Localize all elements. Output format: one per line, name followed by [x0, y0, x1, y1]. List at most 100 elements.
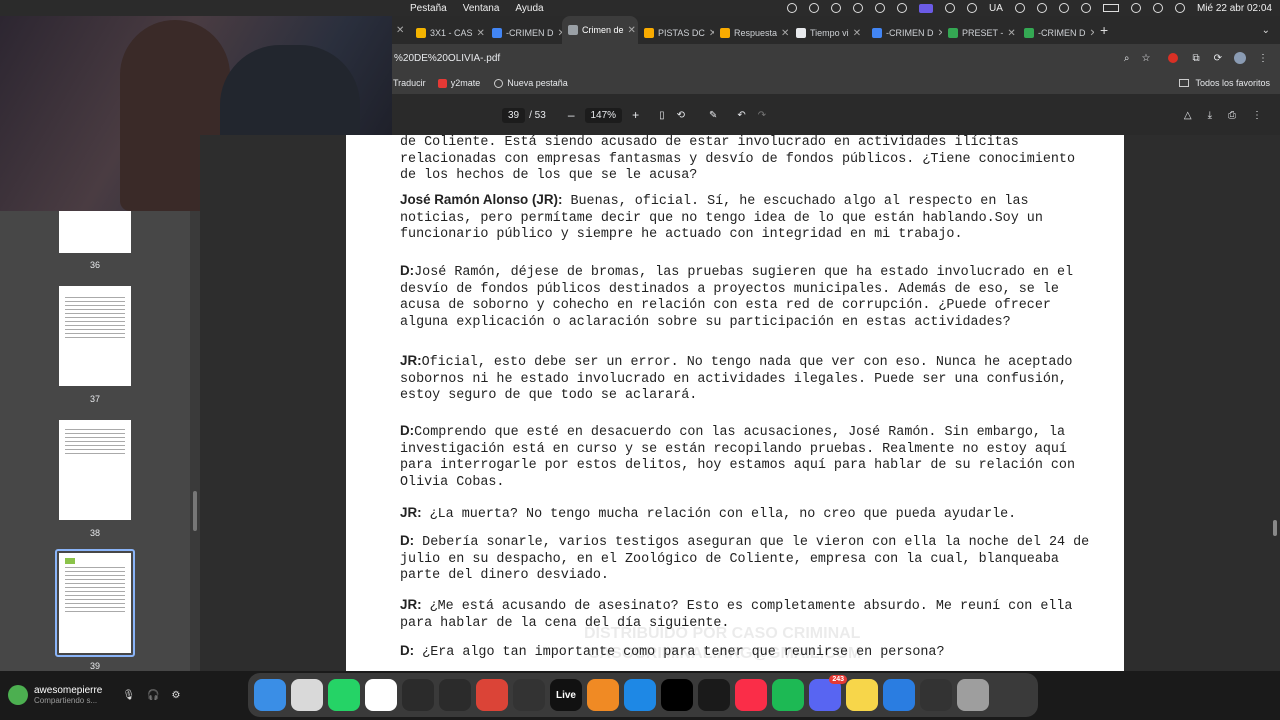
page-thumbnail-38[interactable] — [59, 420, 131, 520]
status-icon[interactable] — [787, 3, 798, 13]
control-center-icon[interactable] — [1174, 3, 1185, 13]
user-avatar[interactable] — [8, 685, 28, 705]
search-icon[interactable] — [1152, 3, 1163, 13]
status-icon[interactable] — [897, 3, 908, 13]
settings-gear-icon[interactable]: ⚙ — [172, 690, 181, 701]
browser-tab[interactable]: 3X1 - CAS ✕ — [410, 22, 486, 44]
page-thumbnail-39[interactable] — [59, 553, 131, 653]
page-number-input[interactable]: 39 — [502, 107, 526, 123]
chrome-icon[interactable] — [476, 679, 508, 711]
pdf-viewer: DISTRIBUIDO POR CASO CRIMINAL CASOCRIMIN… — [200, 135, 1280, 671]
microphone-icon[interactable]: 🎙 — [122, 690, 135, 701]
screen-share-icon[interactable] — [919, 3, 934, 13]
play-icon[interactable] — [1036, 3, 1047, 13]
zoom-icon[interactable]: ⌕ — [1124, 53, 1130, 64]
capcut-icon[interactable] — [365, 679, 397, 711]
all-favorites[interactable]: Todos los favoritos — [1195, 78, 1270, 88]
close-icon[interactable]: ✕ — [392, 25, 410, 36]
flstudio-icon[interactable] — [587, 679, 619, 711]
tab-search-icon[interactable]: ⌄ — [1262, 25, 1270, 36]
discord-icon[interactable]: 243 — [809, 675, 847, 711]
tab-close-icon[interactable]: ✕ — [1090, 28, 1095, 39]
print-icon[interactable]: ⎙ — [1228, 110, 1236, 121]
status-icon[interactable] — [831, 3, 842, 13]
obs-icon[interactable] — [513, 679, 545, 711]
status-icon[interactable] — [967, 3, 978, 13]
page-scrollbar[interactable] — [1273, 520, 1277, 536]
wifi-icon[interactable] — [1130, 3, 1141, 13]
siri-icon[interactable] — [1014, 3, 1025, 13]
extensions-puzzle-icon[interactable]: ⧉ — [1192, 53, 1199, 64]
browser-tab[interactable]: -CRIMEN D ✕ — [486, 22, 562, 44]
download-icon[interactable]: ⤓ — [1208, 110, 1212, 121]
status-icon[interactable] — [809, 3, 820, 13]
headphones-icon[interactable]: 🎧 — [147, 690, 159, 701]
finder-icon[interactable] — [254, 679, 286, 711]
redo-icon[interactable]: ↷ — [758, 110, 766, 121]
mixer-icon[interactable] — [439, 679, 471, 711]
bookmark-traducir[interactable]: Traducir — [393, 78, 426, 88]
menu-pestana[interactable]: Pestaña — [410, 3, 447, 14]
bookmark-nueva-pestana[interactable]: Nueva pestaña — [507, 78, 568, 88]
zoom-out-button[interactable]: – — [568, 108, 575, 122]
new-tab-button[interactable]: + — [1100, 22, 1108, 38]
tab-close-icon[interactable]: ✕ — [477, 28, 485, 39]
bookmark-y2mate[interactable]: y2mate — [451, 78, 481, 88]
waveform-icon[interactable] — [698, 679, 730, 711]
stocks-icon[interactable] — [883, 679, 915, 711]
menu-ayuda[interactable]: Ayuda — [515, 3, 543, 14]
tidal-icon[interactable] — [661, 679, 693, 711]
bookmark-star-icon[interactable]: ☆ — [1142, 53, 1151, 64]
page-thumbnail-36[interactable] — [59, 211, 131, 253]
status-icon[interactable] — [875, 3, 886, 13]
trash-icon[interactable] — [957, 679, 989, 711]
ableton-icon[interactable]: Live — [550, 679, 582, 711]
status-icon[interactable] — [945, 3, 956, 13]
menu-ventana[interactable]: Ventana — [463, 3, 500, 14]
browser-tab[interactable]: Tiempo vi ✕ — [790, 22, 866, 44]
transcript-paragraph: JR: ¿Me está acusando de asesinato? Esto… — [400, 597, 1090, 632]
page-thumbnail-37[interactable] — [59, 286, 131, 386]
zoom-level[interactable]: 147% — [584, 107, 623, 123]
spotify-icon[interactable] — [772, 679, 804, 711]
drive-icon[interactable]: △ — [1184, 110, 1192, 121]
url-field[interactable]: %20DE%20OLIVIA-.pdf — [392, 53, 500, 64]
music-icon[interactable] — [735, 679, 767, 711]
launchpad-icon[interactable] — [291, 679, 323, 711]
tab-close-icon[interactable]: ✕ — [1007, 28, 1015, 39]
annotate-icon[interactable]: ✎ — [709, 110, 717, 121]
browser-tab[interactable]: -CRIMEN D ✕ — [1018, 22, 1094, 44]
extension-icon[interactable] — [1168, 53, 1179, 63]
terminal-icon[interactable] — [920, 679, 952, 711]
sidebar-scrollbar[interactable] — [193, 491, 197, 531]
browser-tab[interactable]: -CRIMEN D ✕ — [866, 22, 942, 44]
fit-page-icon[interactable]: ▯ — [659, 110, 665, 121]
browser-tab[interactable]: Respuesta ✕ — [714, 22, 790, 44]
undo-icon[interactable]: ↶ — [737, 110, 745, 121]
tab-close-icon[interactable]: ✕ — [628, 25, 636, 36]
battery-icon[interactable] — [1102, 4, 1119, 12]
safari-icon[interactable] — [624, 679, 656, 711]
notification-badge: 243 — [829, 675, 847, 684]
tab-close-icon[interactable]: ✕ — [781, 28, 789, 39]
rotate-icon[interactable]: ⟲ — [677, 110, 685, 121]
display-icon[interactable] — [1058, 3, 1069, 13]
zoom-in-button[interactable]: + — [632, 108, 639, 122]
whatsapp-icon[interactable] — [328, 679, 360, 711]
volume-icon[interactable] — [1080, 3, 1091, 13]
profile-avatar[interactable] — [1234, 52, 1246, 64]
more-menu-icon[interactable]: ⋮ — [1258, 53, 1268, 64]
network-icon[interactable] — [402, 679, 434, 711]
input-source[interactable]: UA — [989, 3, 1003, 14]
browser-tab[interactable]: PISTAS DC ✕ — [638, 22, 714, 44]
pdf-more-icon[interactable]: ⋮ — [1252, 110, 1262, 121]
sync-icon[interactable]: ⟳ — [1214, 53, 1222, 64]
browser-tab[interactable]: PRESET - ✕ — [942, 22, 1018, 44]
tab-close-icon[interactable]: ✕ — [853, 28, 861, 39]
clock[interactable]: Mié 22 abr 02:04 — [1197, 3, 1272, 14]
address-bar: %20DE%20OLIVIA-.pdf ⌕ ☆ ⧉ ⟳ ⋮ — [392, 44, 1280, 72]
paragraph-text: Comprendo que esté en desacuerdo con las… — [400, 425, 1075, 490]
browser-tab[interactable]: Crimen de ✕ — [562, 16, 638, 44]
status-icon[interactable] — [853, 3, 864, 13]
notes-icon[interactable] — [846, 679, 878, 711]
